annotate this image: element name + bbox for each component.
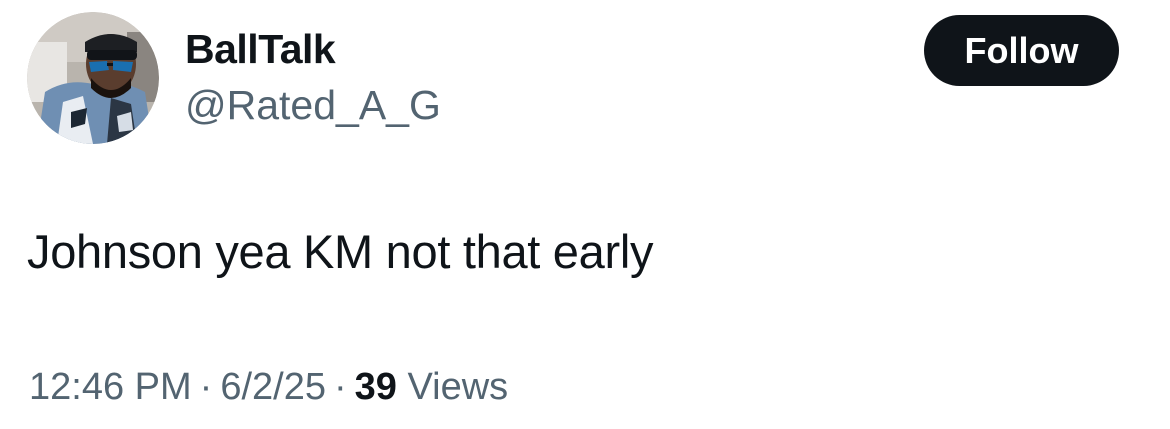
author-display-name[interactable]: BallTalk (185, 26, 336, 73)
tweet-meta: 12:46 PM · 6/2/25 · 39 Views (29, 366, 508, 409)
meta-separator: · (333, 366, 347, 408)
author-avatar[interactable] (27, 12, 159, 144)
follow-button[interactable]: Follow (924, 15, 1119, 86)
tweet-card: BallTalk @Rated_A_G Follow Johnson yea K… (0, 0, 1170, 429)
author-handle[interactable]: @Rated_A_G (185, 82, 441, 129)
views-label: Views (407, 366, 509, 408)
avatar-photo-icon (27, 12, 159, 144)
views-count: 39 (354, 366, 397, 408)
tweet-text: Johnson yea KM not that early (27, 225, 654, 278)
meta-separator: · (199, 366, 213, 408)
tweet-time[interactable]: 12:46 PM (29, 366, 192, 408)
tweet-date[interactable]: 6/2/25 (220, 366, 326, 408)
